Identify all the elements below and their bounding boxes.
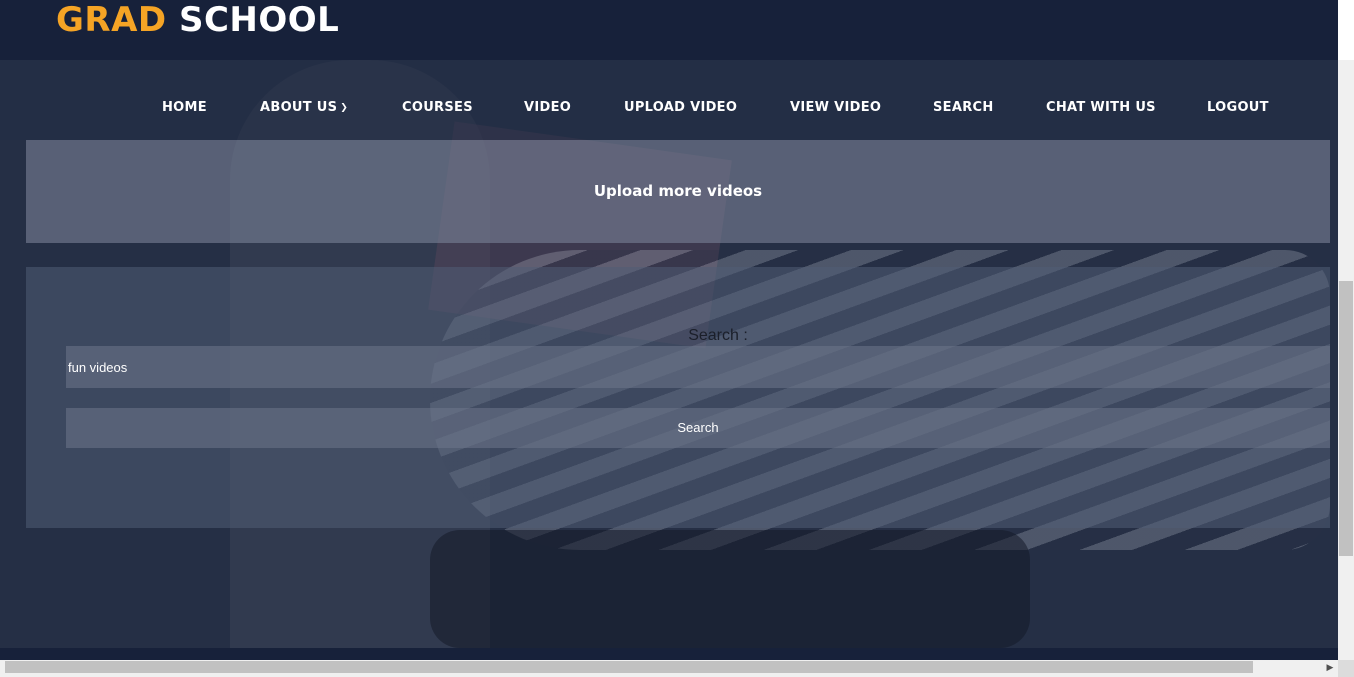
logo-part-grad: GRAD [56, 0, 167, 40]
logo-part-school: SCHOOL [178, 0, 340, 40]
nav-view-video[interactable]: VIEW VIDEO [790, 100, 881, 115]
site-logo[interactable]: GRAD SCHOOL [56, 0, 339, 40]
nav-about-us-label: ABOUT US [260, 100, 338, 115]
footer-band [0, 648, 1338, 660]
nav-home[interactable]: HOME [162, 100, 207, 115]
upload-more-videos-text: Upload more videos [593, 182, 763, 200]
nav-chat-with-us[interactable]: CHAT WITH US [1046, 100, 1156, 115]
vertical-scrollbar[interactable] [1338, 0, 1354, 660]
scrollbar-track-top [1338, 0, 1354, 60]
nav-about-us[interactable]: ABOUT US ❯ [260, 100, 348, 115]
scrollbar-corner [1338, 660, 1354, 677]
chevron-down-icon: ❯ [340, 103, 349, 113]
main-nav: HOME ABOUT US ❯ COURSES VIDEO UPLOAD VIDE… [0, 60, 1338, 140]
search-button[interactable]: Search [66, 408, 1330, 448]
page-viewport: GRAD SCHOOL HOME ABOUT US ❯ COURSES VIDEO… [0, 0, 1338, 660]
nav-courses[interactable]: COURSES [402, 100, 473, 115]
nav-video[interactable]: VIDEO [524, 100, 571, 115]
search-label: Search : [688, 327, 748, 344]
horizontal-scroll-thumb[interactable] [5, 661, 1253, 673]
upload-banner: Upload more videos [26, 140, 1330, 243]
search-input[interactable] [66, 346, 1330, 388]
search-panel: Search : Search [26, 267, 1330, 528]
nav-logout[interactable]: LOGOUT [1207, 100, 1269, 115]
nav-upload-video[interactable]: UPLOAD VIDEO [624, 100, 737, 115]
nav-search[interactable]: SEARCH [933, 100, 994, 115]
vertical-scroll-thumb[interactable] [1339, 281, 1353, 556]
site-header: GRAD SCHOOL [0, 0, 1338, 60]
horizontal-scrollbar[interactable]: ▶ [0, 660, 1338, 677]
scroll-right-arrow-icon[interactable]: ▶ [1322, 660, 1338, 674]
